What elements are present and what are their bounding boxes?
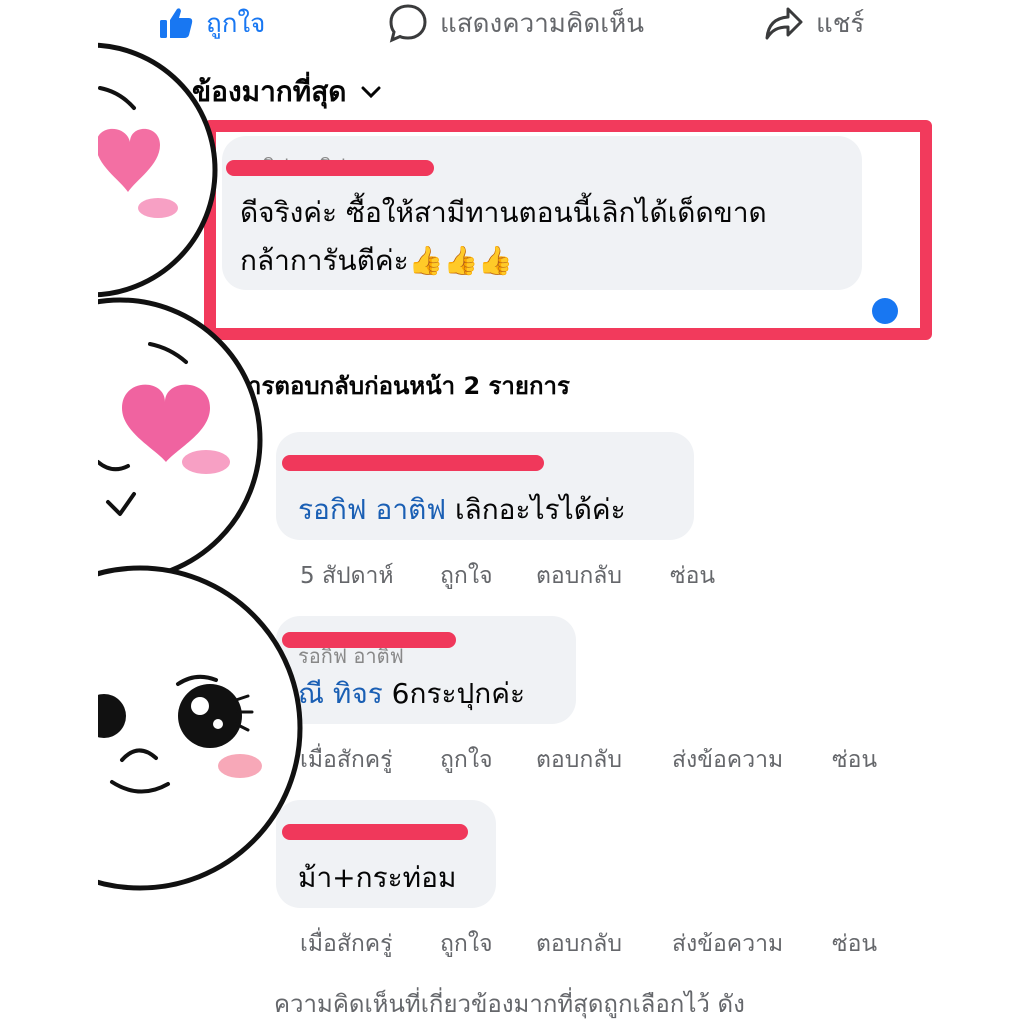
reply-text: ณี ทิจร 6กระปุกค่ะ — [298, 674, 525, 714]
reply-like-link[interactable]: ถูกใจ — [440, 558, 493, 594]
view-previous-replies-link[interactable]: ารตอบกลับก่อนหน้า 2 รายการ — [248, 366, 570, 405]
mention-link[interactable]: ณี ทิจร — [298, 677, 383, 710]
thumbs-up-icon — [160, 8, 193, 39]
reaction-badge — [872, 298, 898, 324]
reply-like-link[interactable]: ถูกใจ — [440, 742, 493, 778]
comment-sort-dropdown[interactable]: ข้องมากที่สุด — [192, 70, 381, 114]
sticker-face-2 — [0, 297, 263, 583]
reply-text: รอกิฟ อาติฟ เลิกอะไรได้ค่ะ — [298, 490, 626, 530]
reply-message: ม้า+กระท่อม — [298, 861, 457, 894]
reply-reply-link[interactable]: ตอบกลับ — [536, 558, 622, 594]
sticker-face-1 — [0, 42, 218, 298]
reply-hide-link[interactable]: ซ่อน — [670, 558, 715, 594]
reply-like-link[interactable]: ถูกใจ — [440, 926, 493, 962]
name-redaction-mark — [282, 455, 544, 471]
share-arrow-icon — [765, 7, 803, 40]
like-label: ถูกใจ — [206, 8, 266, 39]
reply-time[interactable]: เมื่อสักครู่ — [300, 742, 393, 778]
reply-message-link[interactable]: ส่งข้อความ — [672, 926, 783, 962]
like-button[interactable]: ถูกใจ — [158, 0, 265, 46]
sticker-crop-edge — [0, 0, 98, 1024]
share-button[interactable]: แชร์ — [764, 0, 864, 46]
reply-hide-link[interactable]: ซ่อน — [832, 926, 877, 962]
mention-link[interactable]: รอกิฟ อาติฟ — [298, 493, 446, 526]
comment-button[interactable]: แสดงความคิดเห็น — [388, 0, 644, 46]
footer-note: ความคิดเห็นที่เกี่ยวข้องมากที่สุดถูกเลือ… — [274, 990, 745, 1018]
sort-label: ข้องมากที่สุด — [192, 75, 347, 108]
reply-time[interactable]: เมื่อสักครู่ — [300, 926, 393, 962]
reply-reply-link[interactable]: ตอบกลับ — [536, 926, 622, 962]
chevron-down-icon — [361, 86, 380, 99]
reply-hide-link[interactable]: ซ่อน — [832, 742, 877, 778]
sticker-face-3 — [0, 565, 303, 891]
name-redaction-mark — [282, 824, 468, 840]
reply-message-link[interactable]: ส่งข้อความ — [672, 742, 783, 778]
comment-label: แสดงความคิดเห็น — [440, 8, 645, 39]
speech-bubble-icon — [389, 4, 427, 43]
reply-reply-link[interactable]: ตอบกลับ — [536, 742, 622, 778]
reply-time[interactable]: 5 สัปดาห์ — [300, 558, 394, 594]
reply-message: 6กระปุกค่ะ — [382, 677, 526, 710]
highlight-frame — [204, 120, 932, 340]
share-label: แชร์ — [816, 8, 865, 39]
name-redaction-mark — [282, 632, 456, 648]
reply-message: เลิกอะไรได้ค่ะ — [446, 493, 626, 526]
